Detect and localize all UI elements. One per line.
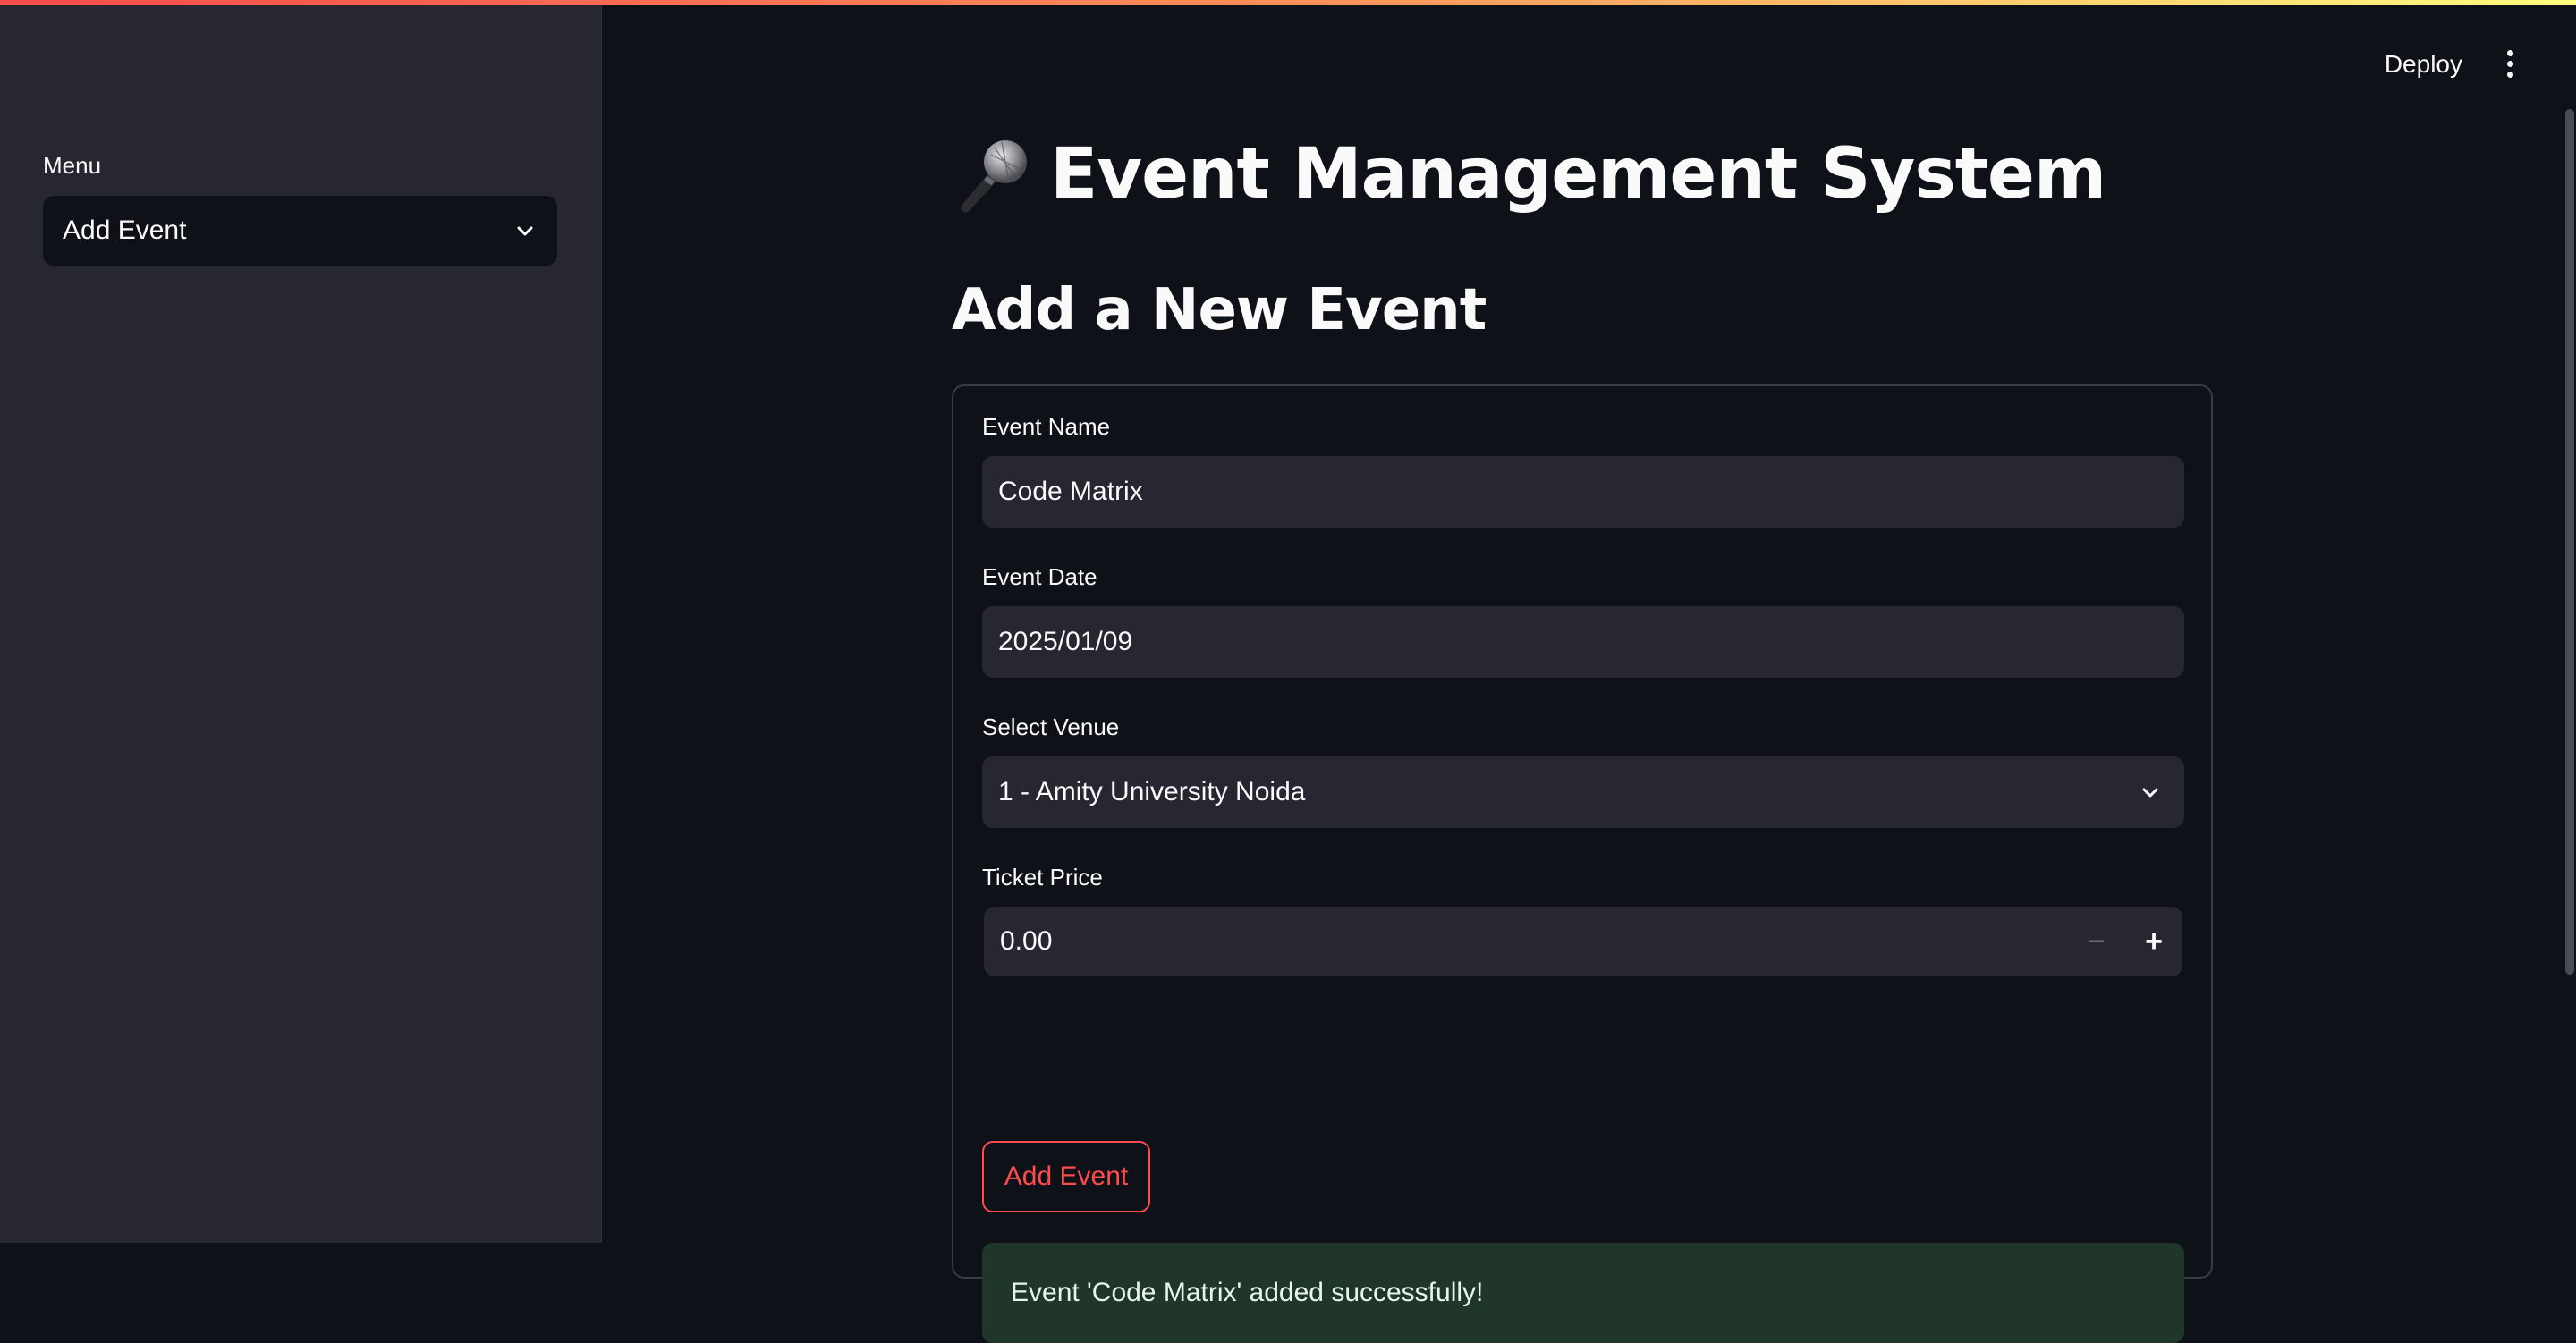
success-alert: Event 'Code Matrix' added successfully! [982,1243,2184,1343]
venue-label: Select Venue [982,714,1120,740]
event-name-value: Code Matrix [998,477,1143,506]
venue-select-value: 1 - Amity University Noida [998,777,1306,807]
event-date-value: 2025/01/09 [998,627,1133,656]
ticket-price-label: Ticket Price [982,864,1103,891]
event-date-label: Event Date [982,563,1097,590]
menu-select-value: Add Event [63,215,187,245]
microphone-icon [952,133,1034,215]
menu-select[interactable]: Add Event [43,196,557,266]
app-root: Menu Add Event Deploy Event Management S… [0,0,2576,1343]
ticket-price-input[interactable]: 0.00 − + [984,907,2182,976]
menu-label: Menu [43,152,102,179]
header-decoration-bar [0,0,2576,5]
add-event-button[interactable]: Add Event [982,1141,1150,1212]
scrollbar[interactable] [2565,109,2574,975]
section-title: Add a New Event [952,277,1487,343]
decrement-button[interactable]: − [2068,906,2125,977]
increment-button[interactable]: + [2125,906,2182,977]
page-title: Event Management System [952,125,2213,224]
event-form: Event Name Code Matrix Event Date 2025/0… [952,384,2213,1343]
ticket-price-value: 0.00 [1000,926,1053,956]
success-message: Event 'Code Matrix' added successfully! [1011,1278,1484,1307]
deploy-button[interactable]: Deploy [2385,50,2462,79]
event-name-label: Event Name [982,413,1111,440]
page-title-text: Event Management System [1050,134,2106,215]
header-actions: Deploy [2385,46,2522,81]
sidebar: Menu Add Event [0,0,602,1243]
event-date-input[interactable]: 2025/01/09 [982,606,2184,678]
event-name-input[interactable]: Code Matrix [982,456,2184,528]
content-column: Event Management System Add a New Event … [952,125,2213,1343]
chevron-down-icon [2138,780,2163,805]
chevron-down-icon [513,218,538,243]
kebab-menu-icon[interactable] [2498,46,2522,81]
venue-select[interactable]: 1 - Amity University Noida [982,756,2184,828]
